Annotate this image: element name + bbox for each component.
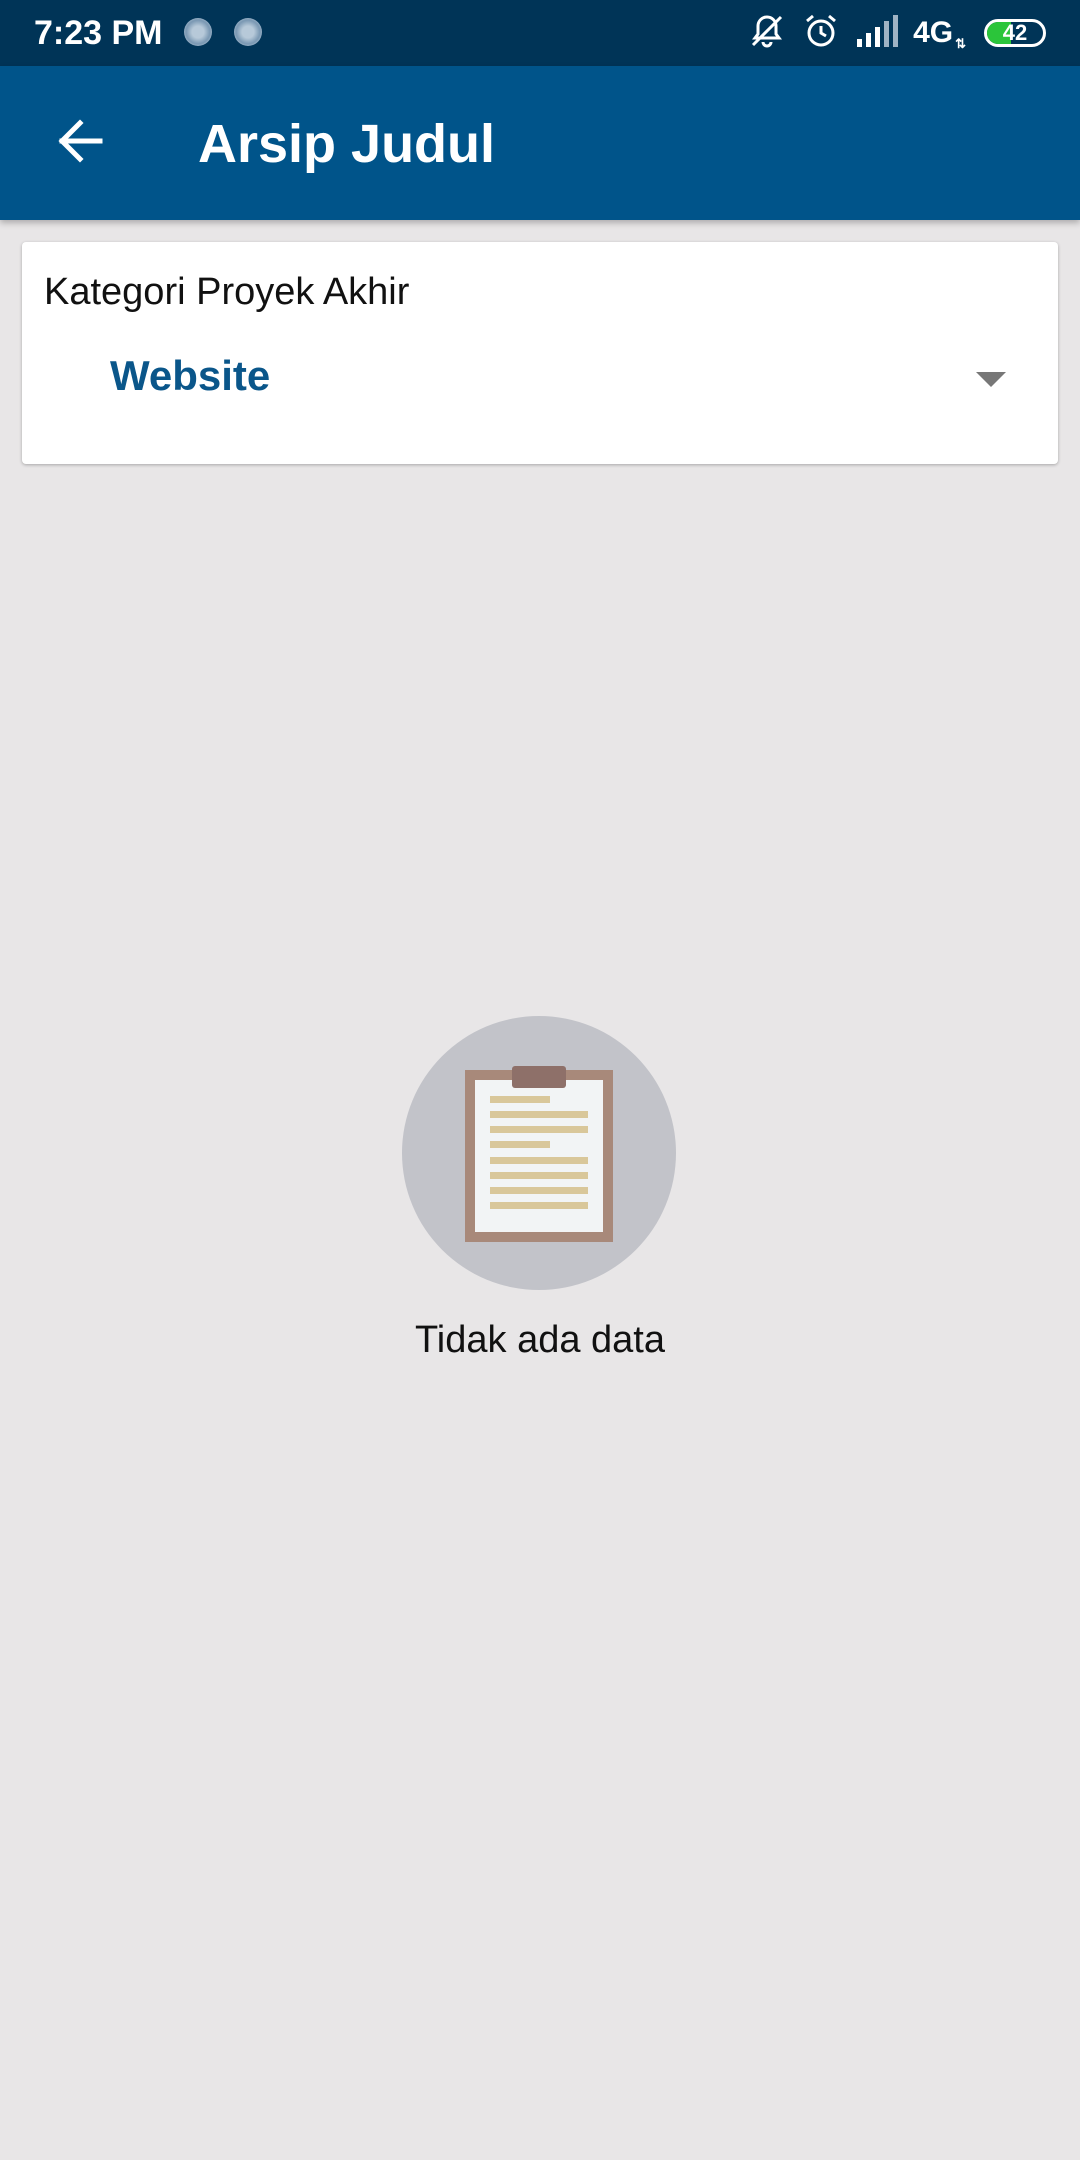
battery-icon: 42 <box>984 19 1046 47</box>
back-button[interactable] <box>40 103 120 183</box>
dropdown-arrow-icon <box>976 372 1006 387</box>
category-label: Kategori Proyek Akhir <box>44 271 410 313</box>
status-time: 7:23 PM <box>34 14 163 52</box>
battery-percent: 42 <box>1002 20 1028 45</box>
category-dropdown[interactable]: Website <box>66 332 1026 422</box>
category-selected-value: Website <box>110 352 271 399</box>
empty-state-illustration <box>402 1016 676 1290</box>
notification-icon <box>184 18 212 46</box>
category-card: Kategori Proyek Akhir Website <box>22 242 1058 464</box>
signal-icon <box>855 13 899 54</box>
page-title: Arsip Judul <box>198 114 496 174</box>
clipboard-icon <box>465 1066 613 1242</box>
notification-icon <box>234 18 262 46</box>
status-bar: 7:23 PM 4G ⇅ 42 <box>0 0 1080 66</box>
app-bar: Arsip Judul <box>0 66 1080 220</box>
empty-state-message: Tidak ada data <box>415 1319 665 1361</box>
arrow-back-icon <box>54 115 106 172</box>
alarm-icon <box>801 11 841 56</box>
status-icons: 4G ⇅ 42 <box>747 10 1046 56</box>
bell-muted-icon <box>747 11 787 56</box>
network-type: 4G ⇅ <box>913 16 966 51</box>
